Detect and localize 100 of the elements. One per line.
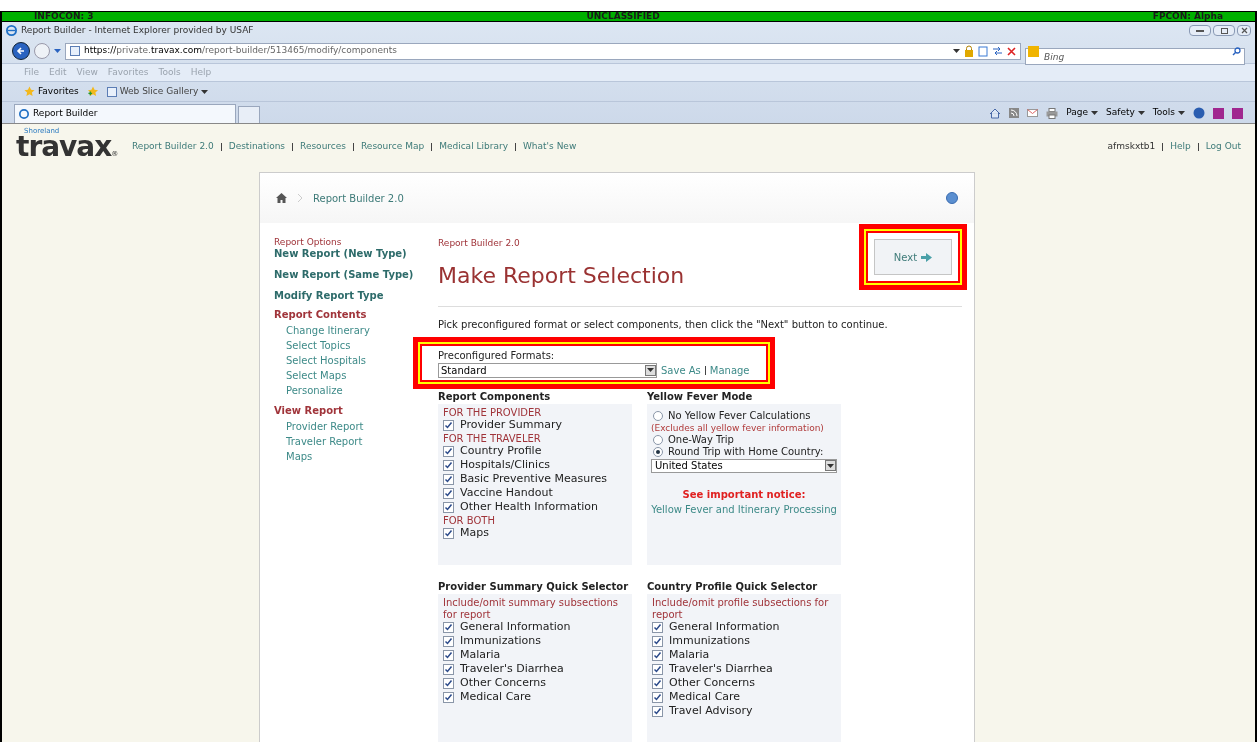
- radio-button[interactable]: [653, 410, 663, 421]
- next-button[interactable]: Next: [874, 239, 952, 275]
- field-label: Preconfigured Formats:: [438, 348, 556, 363]
- radio-button[interactable]: [653, 434, 663, 445]
- nav-link[interactable]: Medical Library: [439, 140, 508, 154]
- checkbox[interactable]: [652, 692, 663, 703]
- favorites-button[interactable]: Favorites: [24, 84, 79, 99]
- home-icon: [989, 107, 1002, 119]
- sidebar-link[interactable]: Personalize: [274, 383, 425, 398]
- checkbox[interactable]: [652, 636, 663, 647]
- checkbox[interactable]: [443, 502, 454, 513]
- home-icon[interactable]: [276, 193, 287, 203]
- note-text: (Excludes all yellow fever information): [651, 421, 825, 434]
- checkbox[interactable]: [443, 678, 454, 689]
- checkbox[interactable]: [652, 622, 663, 633]
- checkbox[interactable]: [443, 420, 454, 431]
- sidebar-link[interactable]: Select Maps: [274, 368, 425, 383]
- checkbox-label: Other Health Information: [460, 499, 599, 516]
- caret-icon: [953, 49, 960, 53]
- nav-link[interactable]: Destinations: [228, 140, 286, 154]
- web-slice-button[interactable]: Web Slice Gallery: [106, 84, 209, 99]
- panel-title: Yellow Fever Mode: [647, 389, 754, 404]
- username-link[interactable]: afmskxtb1: [1107, 140, 1156, 154]
- nav-link[interactable]: Report Builder 2.0: [132, 140, 214, 154]
- caret-icon: [54, 49, 61, 53]
- sidebar-link[interactable]: Traveler Report: [274, 434, 425, 449]
- nav-link[interactable]: Resource Map: [361, 140, 425, 154]
- close-button[interactable]: [1237, 25, 1251, 36]
- header-link[interactable]: Log Out: [1205, 140, 1241, 154]
- save-as-link[interactable]: Save As: [661, 362, 701, 378]
- caret-icon: [647, 368, 654, 372]
- notice-heading: See important notice:: [681, 487, 807, 502]
- sidebar-link[interactable]: Select Hospitals: [274, 353, 425, 368]
- checkbox[interactable]: [443, 446, 454, 457]
- checkbox[interactable]: [652, 678, 663, 689]
- nav-link[interactable]: Resources: [300, 140, 346, 154]
- checkbox[interactable]: [652, 650, 663, 661]
- nav-link[interactable]: What's New: [522, 140, 577, 154]
- breadcrumb-link[interactable]: Report Builder 2.0: [313, 190, 404, 206]
- checkbox-label: Hospitals/Clinics: [460, 457, 550, 474]
- panel-title: Provider Summary Quick Selector: [438, 579, 630, 594]
- checkbox[interactable]: [443, 692, 454, 703]
- sidebar-link[interactable]: Provider Report: [274, 419, 425, 434]
- sidebar-link[interactable]: New Report (New Type): [274, 248, 425, 260]
- radio-button[interactable]: [653, 446, 663, 457]
- page-icon: [70, 46, 80, 56]
- back-button[interactable]: [12, 42, 30, 60]
- fpcon-label: FPCON: Alpha: [1152, 12, 1223, 21]
- caret-icon: [1137, 111, 1145, 115]
- checkbox-label: Medical Care: [669, 689, 741, 706]
- sidebar-section[interactable]: View Report: [274, 405, 425, 417]
- checkbox-label: Traveler's Diarrhea: [460, 661, 564, 678]
- panel-title: Report Components: [438, 389, 552, 404]
- window-title: Report Builder - Internet Explorer provided by USAF: [21, 23, 255, 37]
- checkbox[interactable]: [443, 622, 454, 633]
- checkbox[interactable]: [652, 706, 663, 717]
- manage-link[interactable]: Manage: [709, 362, 750, 378]
- sidebar-link[interactable]: Select Topics: [274, 338, 425, 353]
- page-icon: [106, 86, 117, 97]
- checkbox[interactable]: [443, 528, 454, 539]
- feed-icon: [1009, 108, 1020, 118]
- add-favorite-icon: [86, 86, 99, 97]
- caret-icon: [201, 89, 209, 94]
- address-field[interactable]: https://private.travax.com/report-builder/513465/modify/components: [65, 42, 1021, 60]
- command-menu[interactable]: Page: [1066, 106, 1099, 120]
- country-dropdown[interactable]: United States: [651, 458, 837, 473]
- checkbox[interactable]: [652, 664, 663, 675]
- checkbox-label: Traveler's Diarrhea: [669, 661, 773, 678]
- arrow-right-icon: [921, 252, 933, 262]
- checkbox[interactable]: [443, 650, 454, 661]
- checkbox[interactable]: [443, 474, 454, 485]
- checkbox[interactable]: [443, 460, 454, 471]
- browser-logo-icon: [6, 25, 17, 36]
- star-icon: [24, 86, 35, 97]
- notice-link[interactable]: Yellow Fever and Itinerary Processing: [651, 501, 837, 517]
- checkbox[interactable]: [443, 664, 454, 675]
- command-menu[interactable]: Safety: [1106, 106, 1145, 120]
- stop-icon: [1007, 46, 1016, 56]
- checkbox-label: General Information: [669, 620, 780, 636]
- infocon-label: INFOCON: 3: [34, 12, 94, 21]
- restore-button[interactable]: [1213, 25, 1235, 36]
- checkbox[interactable]: [443, 636, 454, 647]
- format-dropdown[interactable]: Standard: [438, 362, 657, 378]
- checkbox-label: Malaria: [669, 647, 710, 664]
- group-heading: FOR THE TRAVELER: [443, 432, 542, 445]
- browser-logo-icon: [19, 109, 29, 119]
- sidebar-link[interactable]: Maps: [274, 449, 425, 464]
- sidebar-link[interactable]: New Report (Same Type): [274, 269, 425, 281]
- sidebar-section[interactable]: Report Contents: [274, 309, 425, 321]
- sidebar-link[interactable]: Modify Report Type: [274, 290, 425, 302]
- checkbox[interactable]: [443, 488, 454, 499]
- browser-tab[interactable]: Report Builder: [14, 104, 236, 123]
- checkbox-label: Vaccine Handout: [460, 485, 553, 502]
- sidebar-link[interactable]: Change Itinerary: [274, 323, 425, 338]
- checkbox-label: Malaria: [460, 647, 501, 664]
- header-link[interactable]: Help: [1170, 140, 1191, 154]
- search-field[interactable]: Bing: [1025, 48, 1245, 65]
- command-menu[interactable]: Tools: [1152, 106, 1185, 120]
- minimize-button[interactable]: [1189, 25, 1211, 36]
- checkbox-label: Travel Advisory: [669, 703, 753, 720]
